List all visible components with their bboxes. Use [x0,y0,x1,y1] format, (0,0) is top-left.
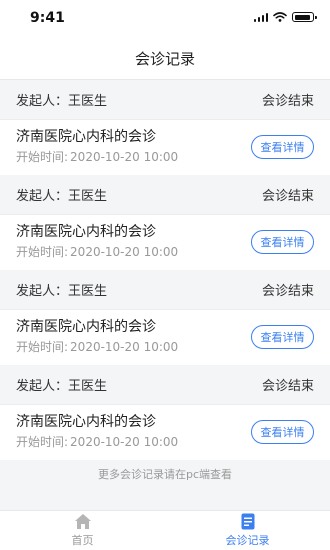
document-icon [241,513,254,530]
record-initiator: 发起人：王医生 [16,284,108,299]
status-bar: 9:41 [0,0,330,38]
battery-icon [292,12,317,22]
status-icons [253,12,317,22]
list-item: 发起人：王医生 会诊结束 济南医院心内科的会诊 开始时间: 2020-10-20 … [0,80,330,175]
record-time-label: 开始时间: [16,435,69,449]
record-time-label: 开始时间: [16,245,69,259]
footer-note: 更多会诊记录请在pc端查看 [97,468,233,481]
cellular-signal-icon [253,12,268,22]
record-time-label: 开始时间: [16,150,69,164]
record-initiator: 发起人：王医生 [16,379,108,394]
record-time-value: 2020-10-20 10:00 [70,435,179,449]
record-time-label: 开始时间: [16,340,69,354]
list-item: 发起人：王医生 会诊结束 济南医院心内科的会诊 开始时间: 2020-10-20 … [0,270,330,365]
wifi-icon [273,12,287,22]
page-title: 会诊记录 [134,50,195,68]
record-status: 会诊结束 [261,284,314,299]
view-details-button[interactable]: 查看详情 [251,135,314,159]
status-time: 9:41 [30,10,65,26]
record-time-value: 2020-10-20 10:00 [70,245,179,259]
record-initiator: 发起人：王医生 [16,189,108,204]
view-details-button[interactable]: 查看详情 [251,420,314,444]
record-list: 发起人：王医生 会诊结束 济南医院心内科的会诊 开始时间: 2020-10-20 … [0,80,330,460]
record-status: 会诊结束 [261,379,314,394]
view-details-button[interactable]: 查看详情 [251,230,314,254]
tab-records-label: 会诊记录 [225,534,270,547]
tab-bar: 首页 会诊记录 [0,510,330,550]
record-header: 发起人：王医生 会诊结束 [0,365,330,405]
view-details-button[interactable]: 查看详情 [251,325,314,349]
record-body: 济南医院心内科的会诊 开始时间: 2020-10-20 10:00 查看详情 [0,120,330,175]
record-body: 济南医院心内科的会诊 开始时间: 2020-10-20 10:00 查看详情 [0,310,330,365]
record-status: 会诊结束 [261,189,314,204]
home-icon [74,514,91,529]
record-time-value: 2020-10-20 10:00 [70,340,179,354]
nav-bar: 会诊记录 [0,38,330,80]
record-time-value: 2020-10-20 10:00 [70,150,179,164]
record-header: 发起人：王医生 会诊结束 [0,175,330,215]
record-status: 会诊结束 [261,94,314,109]
list-item: 发起人：王医生 会诊结束 济南医院心内科的会诊 开始时间: 2020-10-20 … [0,365,330,460]
list-item: 发起人：王医生 会诊结束 济南医院心内科的会诊 开始时间: 2020-10-20 … [0,175,330,270]
tab-home-label: 首页 [71,534,94,547]
record-body: 济南医院心内科的会诊 开始时间: 2020-10-20 10:00 查看详情 [0,215,330,270]
record-initiator: 发起人：王医生 [16,94,108,109]
tab-home[interactable]: 首页 [0,511,165,550]
record-header: 发起人：王医生 会诊结束 [0,270,330,310]
tab-records[interactable]: 会诊记录 [165,511,330,550]
record-body: 济南医院心内科的会诊 开始时间: 2020-10-20 10:00 查看详情 [0,405,330,460]
record-header: 发起人：王医生 会诊结束 [0,80,330,120]
